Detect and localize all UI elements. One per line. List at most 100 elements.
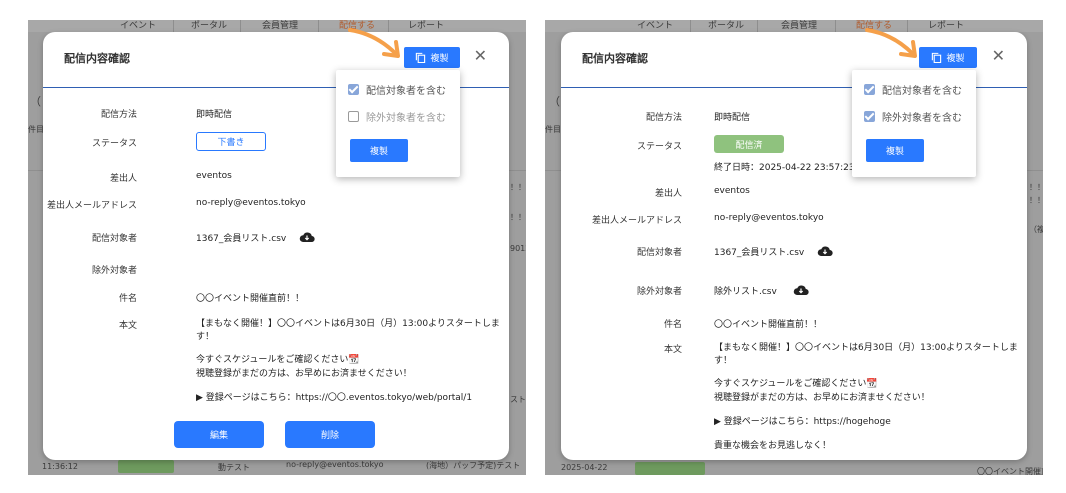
value-exclude: 除外リスト.csv: [714, 287, 777, 297]
copy-icon: [416, 52, 426, 63]
label-status: ステータス: [91, 139, 137, 149]
checkbox-unchecked-icon[interactable]: [348, 111, 359, 122]
label-body: 本文: [663, 345, 682, 355]
bg-text: 動テスト: [218, 463, 250, 472]
value-end-time: 終了日時：2025-04-22 23:57:23: [714, 163, 855, 173]
background-nav: イベント ポータル 会員管理 配信する レポート: [28, 20, 526, 32]
nav-item: 会員管理: [262, 21, 299, 31]
body-line: 今すぐスケジュールをご確認ください📆: [714, 379, 878, 389]
screenshot-right: イベント ポータル 会員管理 配信する レポート （５ 件目 ！！ ！！ （複 …: [545, 20, 1043, 475]
label-body: 本文: [118, 321, 137, 331]
option-label: 除外対象者を含む: [882, 113, 962, 124]
copy-icon: [932, 52, 942, 63]
label-method: 配信方法: [645, 113, 682, 123]
status-badge: 配信済: [714, 135, 784, 153]
body-line: す！: [196, 332, 215, 342]
bg-text: ストい: [510, 395, 526, 404]
label-subject: 件名: [118, 294, 137, 304]
value-target: 1367_会員リスト.csv: [196, 234, 287, 244]
value-target: 1367_会員リスト.csv: [714, 248, 805, 258]
value-method: 即時配信: [196, 110, 233, 120]
menu-option-include-excluded[interactable]: 除外対象者を含む: [348, 109, 446, 124]
duplicate-button-label: 複製: [946, 54, 965, 64]
annotation-arrow: [865, 28, 917, 58]
label-target: 配信対象者: [91, 234, 137, 244]
nav-item: レポート: [408, 21, 445, 31]
menu-option-include-excluded[interactable]: 除外対象者を含む: [864, 109, 962, 124]
dialog-title: 配信内容確認: [64, 52, 130, 65]
body-line: 【まもなく開催！】〇〇イベントは6月30日（月）13:00よりスタートしま: [714, 343, 1018, 353]
bg-text: no-reply@eventos.tokyo: [286, 460, 384, 469]
value-sender: eventos: [714, 186, 750, 196]
value-email: no-reply@eventos.tokyo: [714, 213, 824, 223]
background-nav: イベント ポータル 会員管理 配信する レポート: [545, 20, 1043, 32]
label-sender: 差出人: [109, 174, 137, 184]
annotation-arrow: [348, 28, 400, 58]
cloud-download-icon[interactable]: [299, 231, 315, 243]
bg-text: 件目: [545, 125, 561, 134]
bg-text: (海地）パッフ予定)テスト: [426, 461, 521, 470]
value-email: no-reply@eventos.tokyo: [196, 198, 306, 208]
bg-text: ！！: [510, 213, 526, 222]
label-email: 差出人メールアドレス: [591, 216, 682, 226]
menu-duplicate-button[interactable]: 複製: [350, 139, 408, 162]
nav-item: 会員管理: [781, 21, 818, 31]
status-badge: 下書き: [196, 132, 266, 151]
bg-text: ！！: [1029, 183, 1043, 192]
label-subject: 件名: [663, 320, 682, 330]
checkbox-checked-icon[interactable]: [864, 111, 875, 122]
cloud-download-icon[interactable]: [793, 284, 809, 296]
value-subject: 〇〇イベント開催直前！！: [196, 294, 305, 304]
label-exclude: 除外対象者: [91, 266, 137, 276]
option-label: 配信対象者を含む: [366, 86, 446, 97]
label-email: 差出人メールアドレス: [46, 201, 137, 211]
close-icon[interactable]: ✕: [992, 46, 1005, 66]
bg-text: ！！: [510, 183, 526, 192]
bg-text: 2025-04-22: [561, 463, 608, 472]
body-line: 貴重な機会をお見逃しなく！: [714, 441, 832, 451]
delete-button[interactable]: 削除: [285, 421, 375, 448]
checkbox-checked-icon[interactable]: [864, 84, 875, 95]
label-target: 配信対象者: [636, 248, 682, 258]
option-label: 除外対象者を含む: [366, 113, 446, 124]
body-line: 視聴登録がまだの方は、お早めにお済ませください！: [714, 393, 930, 403]
value-subject: 〇〇イベント開催直前！！: [714, 320, 823, 330]
bg-text: （複: [1029, 225, 1043, 234]
label-exclude: 除外対象者: [636, 287, 682, 297]
label-method: 配信方法: [100, 110, 137, 120]
bg-text: 件目: [28, 125, 44, 134]
nav-item: イベント: [120, 21, 157, 31]
bg-text: ！！: [1029, 196, 1043, 205]
body-line: ▶ 登録ページはこちら：https://〇〇.eventos.tokyo/web…: [196, 393, 473, 403]
duplicate-button-label: 複製: [430, 54, 449, 64]
bg-text: 11:36:12: [42, 462, 78, 471]
dialog-title: 配信内容確認: [582, 52, 648, 65]
nav-item: ポータル: [708, 21, 745, 31]
label-status: ステータス: [636, 142, 682, 152]
close-icon[interactable]: ✕: [474, 46, 487, 66]
duplicate-menu: 配信対象者を含む 除外対象者を含む 複製: [336, 70, 460, 177]
nav-item: レポート: [928, 21, 965, 31]
value-sender: eventos: [196, 171, 232, 181]
screenshot-left: イベント ポータル 会員管理 配信する レポート （４ 件目 ！！ ！！ 901…: [28, 20, 526, 475]
bg-text: 90123: [510, 244, 526, 253]
edit-button[interactable]: 編集: [174, 421, 264, 448]
nav-item: イベント: [637, 21, 674, 31]
body-line: す！: [714, 356, 733, 366]
cloud-download-icon[interactable]: [817, 245, 833, 257]
duplicate-menu: 配信対象者を含む 除外対象者を含む 複製: [852, 70, 976, 177]
duplicate-button[interactable]: 複製: [404, 47, 460, 68]
body-line: ▶ 登録ページはこちら：https://hogehoge: [714, 417, 891, 427]
option-label: 配信対象者を含む: [882, 86, 962, 97]
menu-option-include-targets[interactable]: 配信対象者を含む: [864, 82, 962, 97]
body-line: 【まもなく開催！】〇〇イベントは6月30日（月）13:00よりスタートしま: [196, 319, 500, 329]
bg-text: 〇〇イベント開催直前！: [977, 467, 1043, 475]
value-method: 即時配信: [714, 113, 751, 123]
checkbox-checked-icon[interactable]: [348, 84, 359, 95]
body-line: 視聴登録がまだの方は、お早めにお済ませください！: [196, 369, 412, 379]
menu-option-include-targets[interactable]: 配信対象者を含む: [348, 82, 446, 97]
body-line: 今すぐスケジュールをご確認ください📆: [196, 355, 360, 365]
nav-item: ポータル: [191, 21, 228, 31]
menu-duplicate-button[interactable]: 複製: [866, 139, 924, 162]
duplicate-button[interactable]: 複製: [919, 47, 977, 68]
